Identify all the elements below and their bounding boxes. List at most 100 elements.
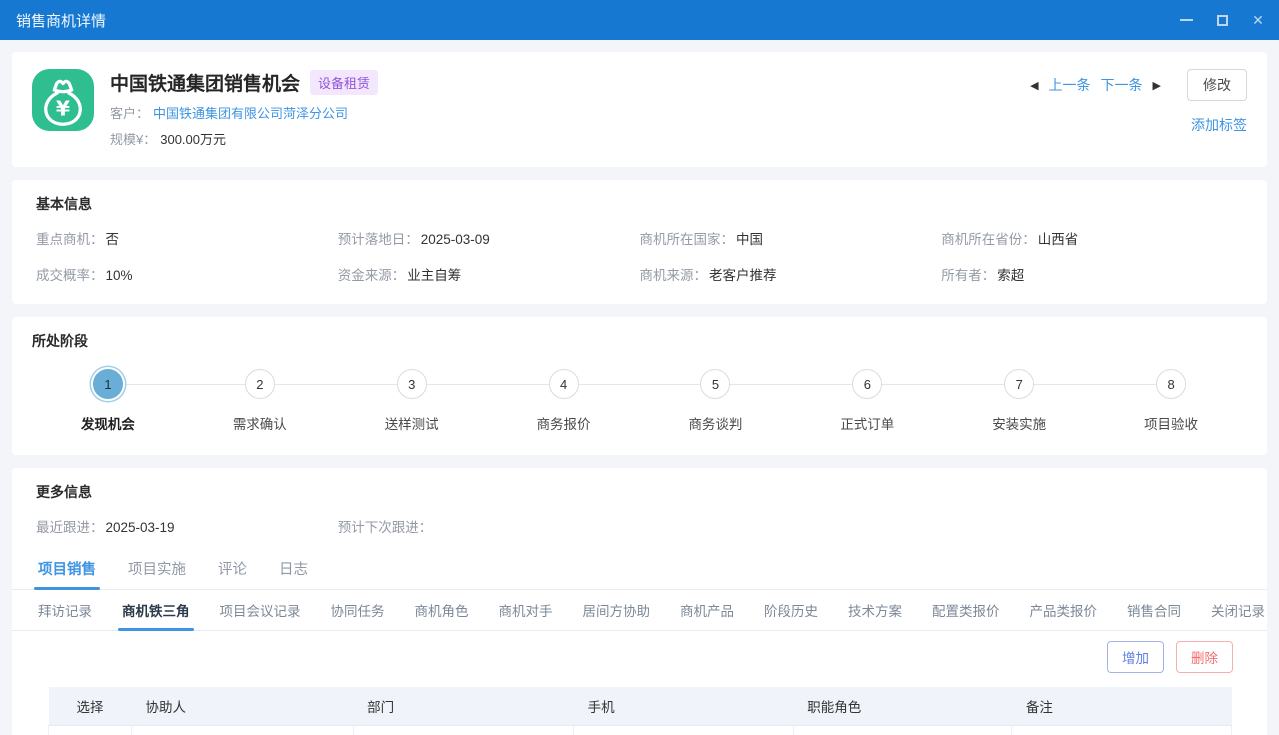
- stage-step-label: 商务报价: [537, 413, 591, 433]
- stage-step: 4 商务报价: [488, 369, 640, 433]
- stage-step-label: 正式订单: [840, 413, 894, 433]
- stage-step-circle[interactable]: 5: [700, 369, 730, 399]
- stage-step: 7 安装实施: [943, 369, 1095, 433]
- tab-项目实施[interactable]: 项目实施: [126, 550, 188, 589]
- subtab-商机铁三角[interactable]: 商机铁三角: [120, 590, 192, 630]
- subtab-项目会议记录[interactable]: 项目会议记录: [218, 590, 303, 630]
- page-body: ¥ 中国铁通集团销售机会 设备租赁 客户： 中国铁通集团有限公司菏泽分公司 规模…: [0, 40, 1279, 735]
- table-row: 索超东北大区 交付专家: [49, 726, 1232, 735]
- info-field-label: 重点商机：: [36, 232, 104, 247]
- info-field-label: 资金来源：: [338, 268, 406, 283]
- info-field-label: 所有者：: [941, 268, 995, 283]
- prev-arrow-icon[interactable]: ◀: [1030, 79, 1038, 92]
- add-tag-link[interactable]: 添加标签: [1191, 115, 1247, 135]
- more-info-card: 更多信息 最近跟进：2025-03-19预计下次跟进： 项目销售项目实施评论日志…: [12, 468, 1267, 735]
- info-field: 商机所在省份：山西省: [941, 228, 1243, 248]
- subtab-关闭记录[interactable]: 关闭记录: [1209, 590, 1267, 630]
- remark-cell: [1012, 726, 1232, 735]
- department-cell: 东北大区: [353, 726, 574, 735]
- info-field: 成交概率：10%: [36, 264, 338, 284]
- stage-step-circle[interactable]: 4: [549, 369, 579, 399]
- sub-tabs: 拜访记录商机铁三角项目会议记录协同任务商机角色商机对手居间方协助商机产品阶段历史…: [12, 590, 1267, 631]
- maximize-icon[interactable]: [1215, 13, 1229, 27]
- money-bag-icon: ¥: [32, 69, 94, 131]
- role-cell: 交付专家: [793, 726, 1012, 735]
- subtab-商机产品[interactable]: 商机产品: [678, 590, 736, 630]
- follow-field: 预计下次跟进：: [338, 516, 640, 536]
- window-titlebar: 销售商机详情 ✕: [0, 0, 1279, 40]
- stage-step: 6 正式订单: [791, 369, 943, 433]
- column-header: 协助人: [132, 687, 354, 726]
- subtab-居间方协助[interactable]: 居间方协助: [581, 590, 653, 630]
- column-header: 部门: [353, 687, 574, 726]
- table-header-row: 选择协助人部门手机职能角色备注: [49, 687, 1232, 726]
- info-field-value: 业主自筹: [407, 268, 461, 283]
- stage-title: 所处阶段: [32, 331, 1247, 351]
- basic-info-card: 基本信息 重点商机：否预计落地日：2025-03-09商机所在国家：中国商机所在…: [12, 180, 1267, 304]
- table-toolbar: 增加 删除: [12, 631, 1267, 681]
- scale-value: 300.00万元: [160, 129, 226, 148]
- subtab-协同任务[interactable]: 协同任务: [329, 590, 387, 630]
- assistant-cell: 索超: [132, 726, 354, 735]
- prev-record-link[interactable]: 上一条: [1049, 75, 1091, 95]
- add-button[interactable]: 增加: [1107, 641, 1164, 673]
- subtab-拜访记录[interactable]: 拜访记录: [36, 590, 94, 630]
- customer-label: 客户：: [110, 103, 149, 122]
- info-field: 所有者：索超: [941, 264, 1243, 284]
- select-cell: [49, 726, 132, 735]
- info-field: 商机所在国家：中国: [640, 228, 942, 248]
- edit-button[interactable]: 修改: [1187, 69, 1247, 101]
- subtab-商机角色[interactable]: 商机角色: [413, 590, 471, 630]
- delete-button[interactable]: 删除: [1176, 641, 1233, 673]
- info-field-label: 预计落地日：: [338, 232, 419, 247]
- subtab-阶段历史[interactable]: 阶段历史: [762, 590, 820, 630]
- info-field: 预计落地日：2025-03-09: [338, 228, 640, 248]
- stage-stepper: 1发现机会2需求确认3送样测试4商务报价5商务谈判6正式订单7安装实施8项目验收: [32, 369, 1247, 433]
- next-record-link[interactable]: 下一条: [1101, 75, 1143, 95]
- follow-field-label: 最近跟进：: [36, 520, 104, 535]
- next-arrow-icon[interactable]: ▶: [1153, 79, 1161, 92]
- subtab-技术方案[interactable]: 技术方案: [846, 590, 904, 630]
- basic-info-grid: 重点商机：否预计落地日：2025-03-09商机所在国家：中国商机所在省份：山西…: [36, 228, 1243, 284]
- stage-step-circle[interactable]: 6: [852, 369, 882, 399]
- subtab-销售合同[interactable]: 销售合同: [1125, 590, 1183, 630]
- stage-step-label: 送样测试: [385, 413, 439, 433]
- scale-label: 规模¥：: [110, 129, 156, 148]
- minimize-icon[interactable]: [1179, 13, 1193, 27]
- stage-step-circle[interactable]: 2: [245, 369, 275, 399]
- opportunity-title: 中国铁通集团销售机会: [110, 69, 300, 96]
- info-field-value: 2025-03-09: [421, 232, 490, 247]
- stage-step-circle[interactable]: 8: [1156, 369, 1186, 399]
- follow-up-grid: 最近跟进：2025-03-19 预计下次跟进：: [36, 516, 1243, 536]
- tab-项目销售[interactable]: 项目销售: [36, 550, 98, 589]
- info-field: 重点商机：否: [36, 228, 338, 248]
- stage-step-circle[interactable]: 3: [397, 369, 427, 399]
- assistants-table-wrap: 选择协助人部门手机职能角色备注 索超东北大区交付专家穆弘东北大区挂帅高管: [12, 681, 1267, 735]
- close-icon[interactable]: ✕: [1251, 13, 1265, 27]
- customer-link[interactable]: 中国铁通集团有限公司菏泽分公司: [153, 103, 348, 122]
- info-field-value: 否: [106, 232, 120, 247]
- subtab-商机对手[interactable]: 商机对手: [497, 590, 555, 630]
- follow-field-value: 2025-03-19: [106, 520, 175, 535]
- tab-评论[interactable]: 评论: [216, 550, 249, 589]
- svg-text:¥: ¥: [56, 97, 70, 121]
- mobile-cell: [574, 726, 794, 735]
- window-controls: ✕: [1179, 13, 1265, 27]
- stage-step-circle[interactable]: 7: [1004, 369, 1034, 399]
- stage-step: 8 项目验收: [1095, 369, 1247, 433]
- tab-日志[interactable]: 日志: [277, 550, 310, 589]
- stage-step-label: 项目验收: [1144, 413, 1198, 433]
- stage-step-label: 发现机会: [81, 413, 135, 433]
- basic-info-title: 基本信息: [36, 194, 1243, 214]
- info-field-value: 10%: [106, 268, 133, 283]
- column-header: 备注: [1012, 687, 1232, 726]
- stage-step-label: 安装实施: [992, 413, 1046, 433]
- subtab-产品类报价[interactable]: 产品类报价: [1028, 590, 1100, 630]
- stage-step-label: 需求确认: [233, 413, 287, 433]
- opportunity-header-card: ¥ 中国铁通集团销售机会 设备租赁 客户： 中国铁通集团有限公司菏泽分公司 规模…: [12, 52, 1267, 167]
- info-field-label: 商机来源：: [640, 268, 708, 283]
- stage-step-circle[interactable]: 1: [93, 369, 123, 399]
- subtab-配置类报价[interactable]: 配置类报价: [930, 590, 1002, 630]
- main-tabs: 项目销售项目实施评论日志: [12, 550, 1267, 590]
- column-header: 手机: [574, 687, 794, 726]
